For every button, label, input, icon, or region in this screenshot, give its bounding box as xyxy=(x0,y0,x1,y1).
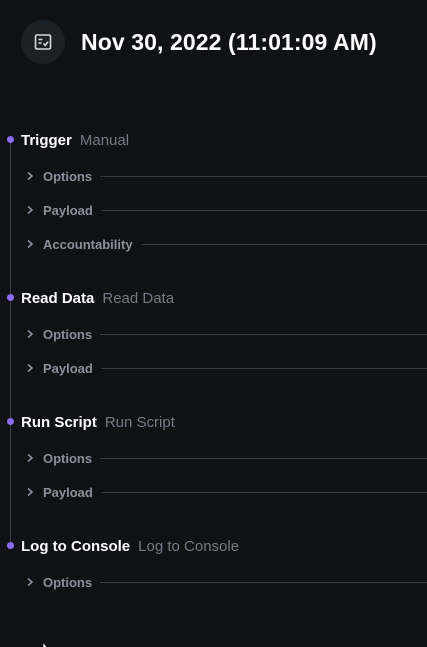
expand-options-row[interactable]: Options xyxy=(0,325,427,343)
step-name: Log to Console xyxy=(21,537,131,555)
step-header: Run Script Run Script xyxy=(0,412,427,432)
expand-payload-row[interactable]: Payload xyxy=(0,201,427,219)
list-check-icon xyxy=(21,20,65,64)
divider xyxy=(100,175,427,177)
expand-options-row[interactable]: Options xyxy=(0,167,427,185)
expand-payload-row[interactable]: Payload xyxy=(0,483,427,501)
sub-label: Payload xyxy=(43,202,93,218)
expand-options-row[interactable]: Options xyxy=(0,573,427,591)
step-read-data: Read Data Read Data Options Payload xyxy=(0,288,427,376)
step-type: Log to Console xyxy=(138,537,240,555)
flow-log-panel: Nov 30, 2022 (11:01:09 AM) Trigger Manua… xyxy=(0,0,427,647)
chevron-right-icon xyxy=(25,235,35,253)
step-dot xyxy=(7,136,14,143)
step-type: Read Data xyxy=(102,289,175,307)
step-name: Trigger xyxy=(21,131,72,149)
step-dot xyxy=(7,294,14,301)
divider xyxy=(100,367,427,369)
sub-label: Options xyxy=(43,168,93,184)
step-header: Read Data Read Data xyxy=(0,288,427,308)
step-trigger: Trigger Manual Options Payload Accountab… xyxy=(0,130,427,252)
step-type: Manual xyxy=(79,131,130,149)
step-name: Read Data xyxy=(21,289,95,307)
step-run-script: Run Script Run Script Options Payload xyxy=(0,412,427,500)
divider xyxy=(140,243,427,245)
step-dot xyxy=(7,418,14,425)
sub-label: Options xyxy=(43,450,93,466)
log-header: Nov 30, 2022 (11:01:09 AM) xyxy=(21,20,377,64)
step-name: Run Script xyxy=(21,413,97,431)
divider xyxy=(100,457,427,459)
chevron-right-icon xyxy=(25,359,35,377)
divider xyxy=(100,491,427,493)
sub-label: Payload xyxy=(43,360,93,376)
expand-accountability-row[interactable]: Accountability xyxy=(0,235,427,253)
divider xyxy=(100,209,427,211)
divider xyxy=(100,333,427,335)
sub-label: Accountability xyxy=(43,236,133,252)
log-timestamp-title: Nov 30, 2022 (11:01:09 AM) xyxy=(81,28,377,55)
chevron-right-icon xyxy=(25,167,35,185)
chevron-right-icon xyxy=(25,449,35,467)
sub-label: Options xyxy=(43,574,93,590)
step-header: Log to Console Log to Console xyxy=(0,536,427,556)
sub-label: Payload xyxy=(43,484,93,500)
step-header: Trigger Manual xyxy=(0,130,427,150)
expand-payload-row[interactable]: Payload xyxy=(0,359,427,377)
step-log-to-console: Log to Console Log to Console Options xyxy=(0,536,427,590)
chevron-right-icon xyxy=(25,325,35,343)
step-dot xyxy=(7,542,14,549)
chevron-right-icon xyxy=(25,573,35,591)
chevron-right-icon xyxy=(25,483,35,501)
sub-label: Options xyxy=(43,326,93,342)
divider xyxy=(100,581,427,583)
mouse-pointer-icon xyxy=(42,638,52,647)
expand-options-row[interactable]: Options xyxy=(0,449,427,467)
chevron-right-icon xyxy=(25,201,35,219)
step-type: Run Script xyxy=(104,413,175,431)
